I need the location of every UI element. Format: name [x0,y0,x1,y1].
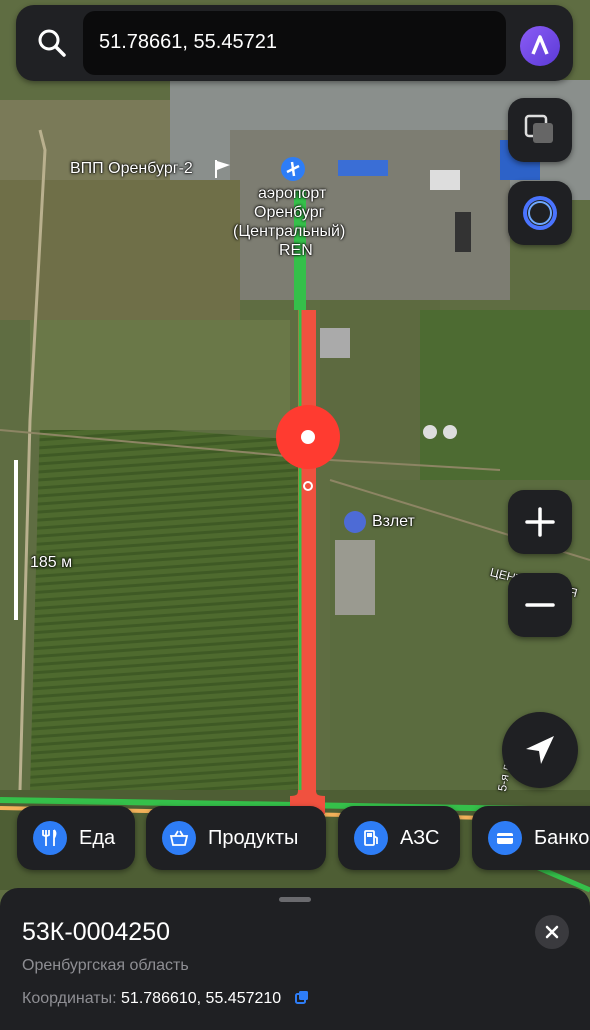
category-label: Банко [534,826,590,849]
fork-knife-icon [33,821,67,855]
minus-icon [525,603,555,607]
plus-icon [525,507,555,537]
category-label: Продукты [208,826,299,849]
close-icon [545,925,559,939]
fuel-icon [354,821,388,855]
runway-label[interactable]: ВПП Оренбург-2 [70,160,193,178]
airport-label-line4[interactable]: REN [279,242,313,260]
alice-assistant-icon[interactable] [520,26,560,66]
my-location-button[interactable] [502,712,578,788]
zoom-out-button[interactable] [508,573,572,637]
airport-label-line3[interactable]: (Центральный) [233,223,345,241]
satellite-imagery [0,0,590,1030]
category-chip-groceries[interactable]: Продукты [146,806,326,870]
layers-button[interactable] [508,98,572,162]
place-card[interactable]: 53К-0004250 Оренбургская область Координ… [0,888,590,1030]
copy-icon[interactable] [294,989,310,1005]
search-bar: 51.78661, 55.45721 [16,5,573,81]
category-chip-fuel[interactable]: АЗС [338,806,460,870]
zoom-in-button[interactable] [508,490,572,554]
close-button[interactable] [535,915,569,949]
search-query: 51.78661, 55.45721 [99,31,277,53]
coordinates-label: Координаты: [22,990,117,1007]
place-region: Оренбургская область [22,957,189,974]
scale-label: 185 м [30,554,73,571]
category-label: Еда [79,826,116,849]
basket-icon [162,821,196,855]
bank-card-icon [488,821,522,855]
sheet-handle[interactable] [279,897,311,902]
category-label: АЗС [400,826,440,849]
category-chip-food[interactable]: Еда [17,806,135,870]
search-icon[interactable] [36,27,68,59]
alice-voice-button[interactable] [508,181,572,245]
alice-icon [523,196,557,230]
coordinates-value[interactable]: 51.786610, 55.457210 [121,990,281,1007]
airport-label-line1[interactable]: аэропорт [258,185,326,203]
category-chip-atm[interactable]: Банко [472,806,590,870]
place-title: 53К-0004250 [22,918,171,946]
layers-icon [524,114,553,143]
coordinates-row: Координаты: 51.786610, 55.457210 [22,989,310,1008]
map-view[interactable]: ВПП Оренбург-2 аэропорт Оренбург (Центра… [0,0,590,1030]
airport-label-line2[interactable]: Оренбург [254,204,324,222]
hotel-label[interactable]: Взлет [372,513,415,531]
search-input[interactable]: 51.78661, 55.45721 [83,11,506,75]
navigation-arrow-icon [526,736,554,764]
